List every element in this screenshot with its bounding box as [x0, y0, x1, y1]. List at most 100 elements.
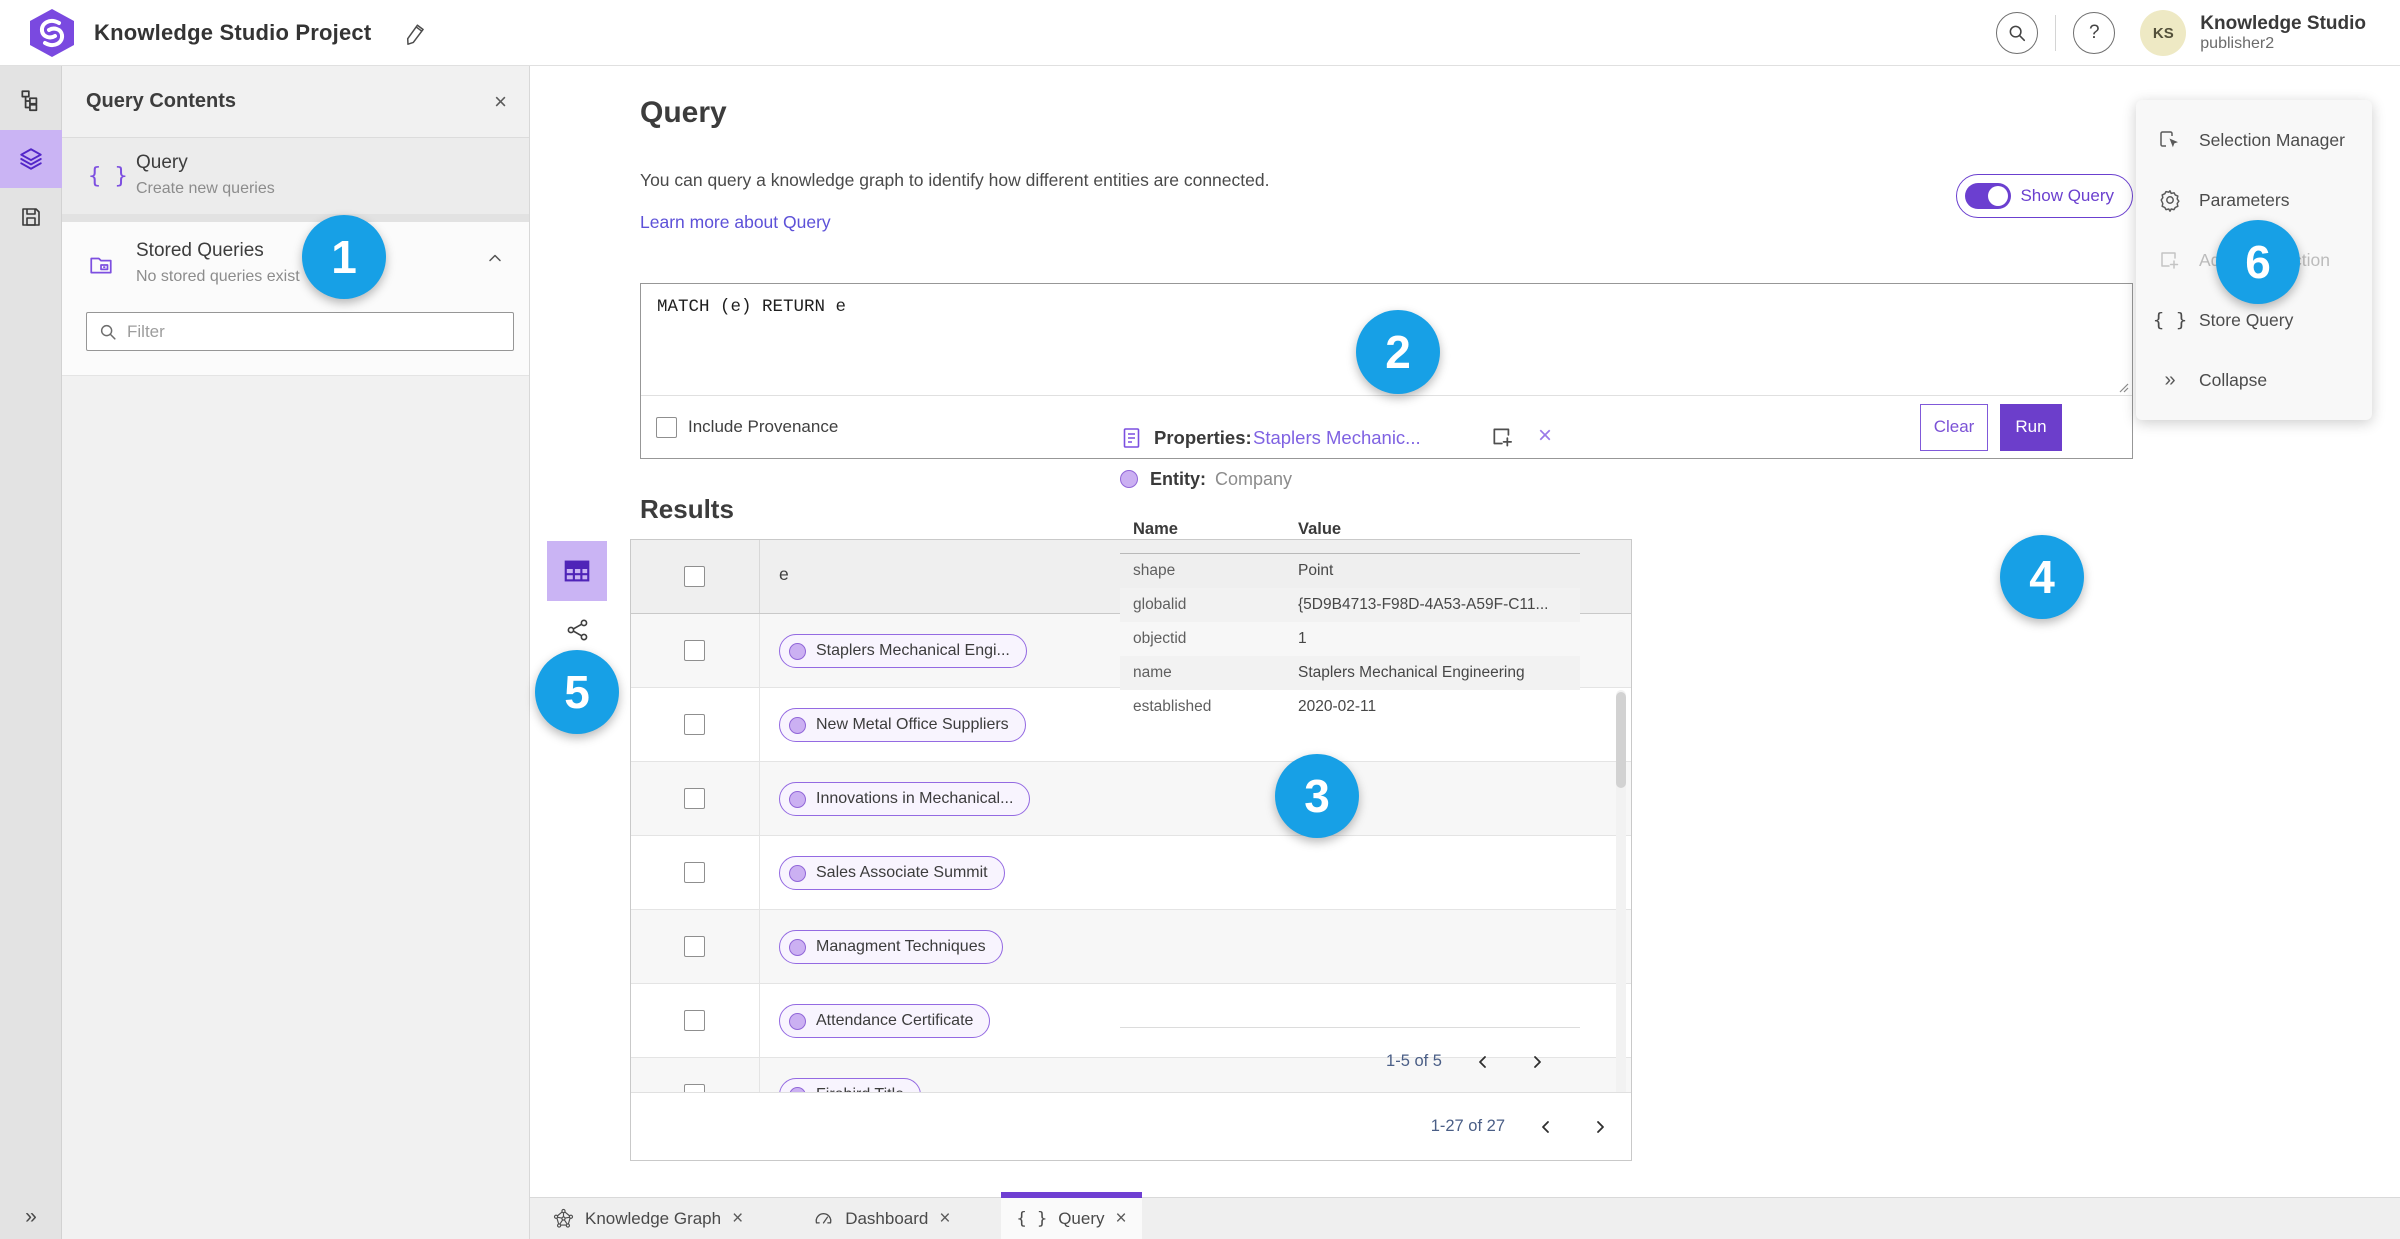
property-row[interactable]: shape Point: [1120, 554, 1580, 588]
toggle-knob: [1988, 186, 2009, 206]
tab-knowledge-graph[interactable]: Knowledge Graph ×: [538, 1198, 758, 1239]
include-provenance-checkbox[interactable]: [656, 416, 677, 438]
column-divider: [759, 540, 760, 613]
edit-title-pencil-icon[interactable]: [404, 21, 428, 45]
query-contents-title: Query Contents: [86, 90, 237, 112]
select-all-checkbox[interactable]: [684, 566, 705, 587]
entity-dot-icon: [789, 642, 806, 660]
row-checkbox[interactable]: [684, 640, 705, 661]
filter-field: [86, 312, 514, 351]
results-scrollbar: [1616, 690, 1626, 1093]
row-checkbox[interactable]: [684, 1010, 705, 1031]
properties-header: Properties: Staplers Mechanic... ×: [1120, 424, 1580, 454]
column-divider: [759, 910, 760, 983]
entity-chip[interactable]: Sales Associate Summit: [779, 856, 1005, 890]
row-checkbox[interactable]: [684, 714, 705, 735]
expand-rail-button[interactable]: »: [0, 1205, 62, 1229]
property-value: 2020-02-11: [1298, 698, 1377, 715]
menu-item-label: Selection Manager: [2199, 129, 2345, 150]
run-button[interactable]: Run: [2000, 403, 2062, 451]
search-button[interactable]: [1996, 12, 2039, 54]
menu-item-label: Parameters: [2199, 189, 2290, 210]
column-divider: [759, 1058, 760, 1093]
tab-label: Knowledge Graph: [585, 1208, 722, 1228]
entity-chip[interactable]: Staplers Mechanical Engi...: [779, 634, 1027, 668]
close-contents-icon[interactable]: ×: [494, 90, 507, 113]
contents-item-query[interactable]: { } Query Create new queries: [62, 138, 529, 222]
properties-prev-page-icon[interactable]: [1470, 1049, 1496, 1075]
help-glyph: ?: [2088, 22, 2100, 43]
show-query-toggle[interactable]: Show Query: [1956, 174, 2133, 218]
filter-input[interactable]: [127, 321, 487, 342]
contents-rail-button-active[interactable]: [0, 130, 62, 188]
property-name: name: [1133, 664, 1172, 681]
name-column-header: Name: [1133, 520, 1178, 538]
menu-item-collapse[interactable]: » Collapse: [2136, 350, 2372, 410]
stored-queries-folder-icon: [88, 252, 114, 278]
properties-label: Properties:: [1154, 427, 1252, 448]
property-row[interactable]: established 2020-02-11: [1120, 690, 1580, 724]
clear-button[interactable]: Clear: [1920, 403, 1988, 451]
callout-badge-4: 4: [2000, 535, 2084, 619]
tab-query-active[interactable]: { } Query ×: [1001, 1191, 1142, 1239]
menu-item-label: Store Query: [2199, 309, 2294, 330]
resize-grip-icon[interactable]: [2118, 382, 2129, 393]
toggle-track: [1965, 183, 2012, 209]
entity-chip-label: Sales Associate Summit: [816, 864, 988, 881]
row-checkbox[interactable]: [684, 862, 705, 883]
property-row[interactable]: objectid 1: [1120, 622, 1580, 656]
entity-chip[interactable]: Attendance Certificate: [779, 1004, 991, 1038]
query-item-label: Query: [136, 152, 188, 173]
properties-next-page-icon[interactable]: [1524, 1049, 1550, 1075]
user-block[interactable]: Knowledge Studio publisher2: [2200, 13, 2366, 53]
knowledge-studio-app: Knowledge Studio Project ? KS Knowledge …: [0, 0, 2400, 1239]
entity-dot-icon: [1120, 470, 1138, 488]
entity-chip[interactable]: Innovations in Mechanical...: [779, 782, 1031, 816]
property-value: {5D9B4713-F98D-4A53-A59F-C11...: [1298, 596, 1549, 613]
callout-badge-5: 5: [535, 650, 619, 734]
link-analysis-icon: [565, 617, 591, 643]
tab-dashboard[interactable]: Dashboard ×: [798, 1198, 965, 1239]
link-chart-view-button[interactable]: [565, 617, 591, 643]
entity-chip-label: Innovations in Mechanical...: [816, 790, 1014, 807]
close-tab-icon[interactable]: ×: [732, 1209, 743, 1228]
column-divider: [759, 614, 760, 687]
menu-item-selection-manager[interactable]: Selection Manager: [2136, 110, 2372, 170]
avatar[interactable]: KS: [2140, 10, 2187, 56]
entity-type-row: Entity: Company: [1120, 468, 1580, 498]
entity-dot-icon: [789, 1012, 806, 1030]
properties-doc-icon: [1120, 426, 1144, 450]
selected-entity-link[interactable]: Staplers Mechanic...: [1253, 427, 1421, 449]
table-view-button-active[interactable]: [547, 541, 607, 601]
query-contents-header: Query Contents ×: [62, 66, 529, 138]
property-row[interactable]: name Staplers Mechanical Engineering: [1120, 656, 1580, 690]
close-tab-icon[interactable]: ×: [1116, 1209, 1127, 1228]
results-scrollbar-thumb[interactable]: [1616, 692, 1626, 788]
property-value: Point: [1298, 562, 1334, 579]
entity-dot-icon: [789, 716, 806, 734]
selection-manager-icon: [2158, 128, 2182, 152]
property-row[interactable]: globalid {5D9B4713-F98D-4A53-A59F-C11...: [1120, 588, 1580, 622]
row-checkbox[interactable]: [684, 936, 705, 957]
help-button[interactable]: ?: [2073, 12, 2116, 54]
results-next-page-icon[interactable]: [1587, 1114, 1613, 1140]
collapse-section-chevron-icon[interactable]: [485, 248, 505, 268]
topbar-divider: [2055, 15, 2057, 51]
column-divider: [759, 688, 760, 761]
save-icon: [19, 205, 43, 229]
topbar-right-cluster: ? KS Knowledge Studio publisher2: [1996, 0, 2366, 66]
show-query-label: Show Query: [2020, 186, 2114, 205]
data-model-rail-button[interactable]: [0, 72, 62, 130]
entity-chip[interactable]: New Metal Office Suppliers: [779, 708, 1026, 742]
learn-more-link[interactable]: Learn more about Query: [640, 212, 831, 233]
row-checkbox[interactable]: [684, 788, 705, 809]
close-tab-icon[interactable]: ×: [939, 1209, 950, 1228]
contents-item-stored-queries[interactable]: Stored Queries No stored queries exist: [62, 222, 529, 376]
braces-icon: { }: [1016, 1208, 1048, 1229]
close-properties-icon[interactable]: ×: [1538, 424, 1552, 448]
app-logo-icon[interactable]: [26, 7, 78, 59]
save-rail-button[interactable]: [0, 188, 62, 246]
entity-chip[interactable]: Firebird Title: [779, 1078, 922, 1093]
add-to-selection-icon[interactable]: [1490, 424, 1516, 450]
entity-chip[interactable]: Managment Techniques: [779, 930, 1003, 964]
